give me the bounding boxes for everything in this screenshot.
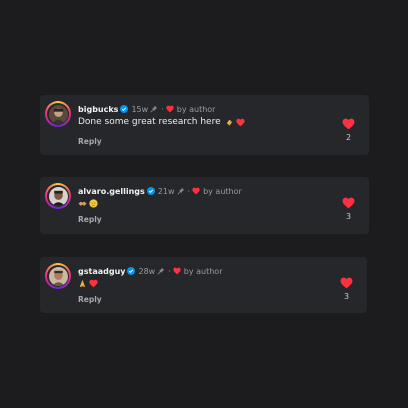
username[interactable]: bigbucks <box>78 105 118 114</box>
verified-badge-icon <box>146 187 155 195</box>
like-heart-icon[interactable] <box>340 274 353 289</box>
username[interactable]: alvaro.gellings <box>78 187 145 196</box>
relieved-face-icon <box>89 199 98 208</box>
reply-button[interactable]: Reply <box>78 215 102 224</box>
timestamp: 21w <box>157 186 175 196</box>
comment-card: alvaro.gellings 21w · by author Reply 3 <box>40 177 369 234</box>
folded-hands-icon <box>78 279 87 288</box>
pin-icon <box>177 187 185 195</box>
comment-header: alvaro.gellings 21w · by author <box>78 184 242 198</box>
like-count: 3 <box>345 212 352 221</box>
separator-dot: · <box>187 186 191 196</box>
by-author-label: by author <box>183 266 223 276</box>
separator-dot: · <box>168 266 171 276</box>
separator-dot: · <box>161 104 164 114</box>
author-liked-heart-icon <box>192 187 200 195</box>
verified-badge-icon <box>127 267 136 275</box>
comment-text: Done some great research here <box>78 117 245 127</box>
handshake-icon <box>78 199 87 208</box>
reply-button[interactable]: Reply <box>78 295 102 304</box>
comment-header: gstaadguy 28w · by author <box>78 264 222 278</box>
avatar[interactable] <box>45 263 71 289</box>
red-heart-icon <box>236 118 245 127</box>
clapping-hands-icon <box>225 118 234 127</box>
pin-icon <box>157 267 165 275</box>
pin-icon <box>150 105 158 113</box>
by-author-label: by author <box>176 104 216 114</box>
avatar[interactable] <box>45 183 71 209</box>
comment-text <box>78 199 98 208</box>
by-author-label: by author <box>203 186 242 196</box>
verified-badge-icon <box>120 105 129 113</box>
comment-header: bigbucks 15w · by author <box>78 102 215 116</box>
like-count: 2 <box>345 133 352 142</box>
author-liked-heart-icon <box>166 105 174 113</box>
like-heart-icon[interactable] <box>342 115 355 130</box>
comment-card: gstaadguy 28w · by author Reply 3 <box>40 257 367 313</box>
comment-body: Done some great research here <box>78 117 221 127</box>
like-heart-icon[interactable] <box>342 194 355 209</box>
username[interactable]: gstaadguy <box>78 267 125 276</box>
timestamp: 15w <box>131 104 149 114</box>
reply-button[interactable]: Reply <box>78 137 102 146</box>
avatar[interactable] <box>45 101 71 127</box>
red-heart-icon <box>89 279 98 288</box>
author-liked-heart-icon <box>173 267 181 275</box>
comment-card: bigbucks 15w · by author Done some great… <box>40 95 369 155</box>
comment-text <box>78 279 98 288</box>
like-count: 3 <box>343 292 350 301</box>
timestamp: 28w <box>138 266 156 276</box>
